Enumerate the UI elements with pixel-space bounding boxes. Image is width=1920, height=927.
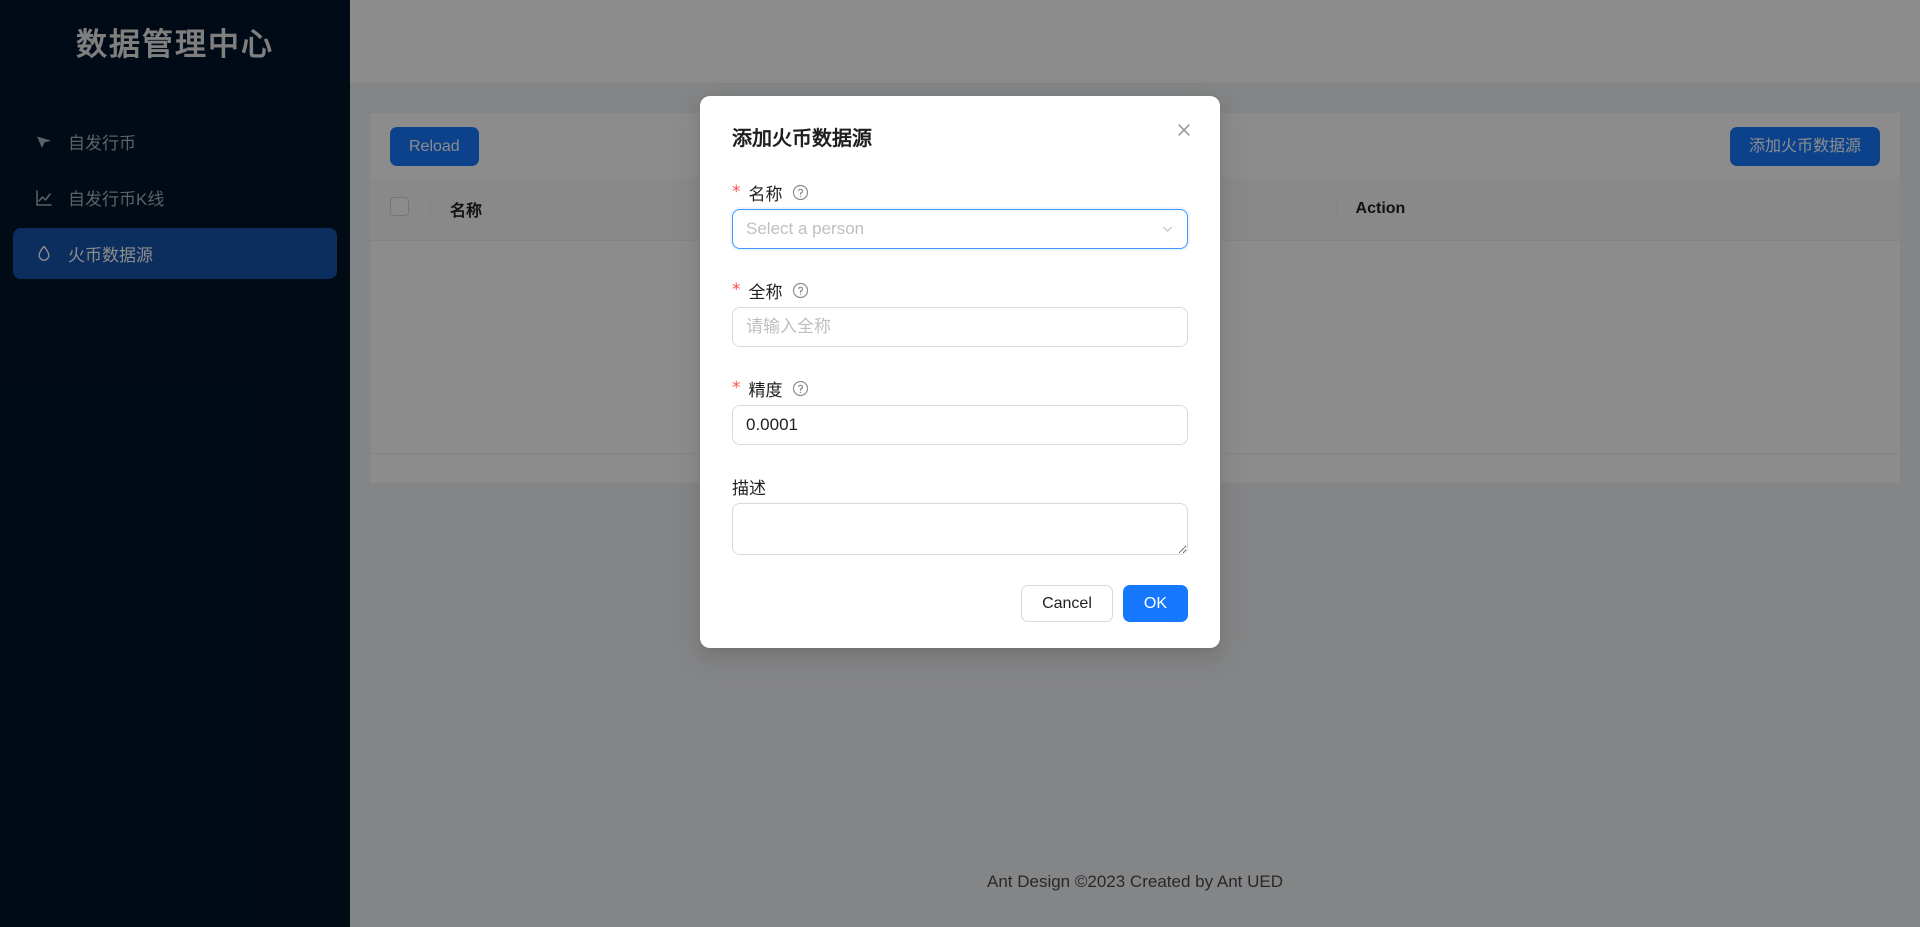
precision-input[interactable] xyxy=(732,405,1188,445)
form-item-fullname: * 全称 xyxy=(732,273,1188,347)
required-asterisk: * xyxy=(732,282,741,299)
form-item-precision: * 精度 xyxy=(732,371,1188,445)
app-root: 数据管理中心 自发行币 自发行币K线 xyxy=(0,0,1920,927)
question-circle-icon[interactable] xyxy=(792,282,809,299)
add-datasource-modal: 添加火币数据源 * 名称 Select a person xyxy=(700,96,1220,648)
description-textarea[interactable] xyxy=(732,503,1188,555)
question-circle-icon[interactable] xyxy=(792,380,809,397)
close-icon[interactable] xyxy=(1170,116,1198,144)
field-label-text: 名称 xyxy=(749,180,783,205)
form-label-fullname: * 全称 xyxy=(732,273,1188,307)
ok-button[interactable]: OK xyxy=(1123,585,1188,622)
form-label-precision: * 精度 xyxy=(732,371,1188,405)
form-label-name: * 名称 xyxy=(732,175,1188,209)
chevron-down-icon xyxy=(1161,223,1174,236)
cancel-button[interactable]: Cancel xyxy=(1021,585,1113,622)
required-asterisk: * xyxy=(732,184,741,201)
form-label-description: 描述 xyxy=(732,469,1188,503)
required-asterisk: * xyxy=(732,380,741,397)
modal-title: 添加火币数据源 xyxy=(732,122,1188,151)
fullname-input[interactable] xyxy=(732,307,1188,347)
form-item-description: 描述 xyxy=(732,469,1188,555)
field-label-text: 精度 xyxy=(749,376,783,401)
modal-footer: Cancel OK xyxy=(732,585,1188,622)
question-circle-icon[interactable] xyxy=(792,184,809,201)
field-label-text: 描述 xyxy=(732,474,766,499)
form-item-name: * 名称 Select a person xyxy=(732,175,1188,249)
name-select-placeholder: Select a person xyxy=(746,219,864,239)
field-label-text: 全称 xyxy=(749,278,783,303)
name-select[interactable]: Select a person xyxy=(732,209,1188,249)
